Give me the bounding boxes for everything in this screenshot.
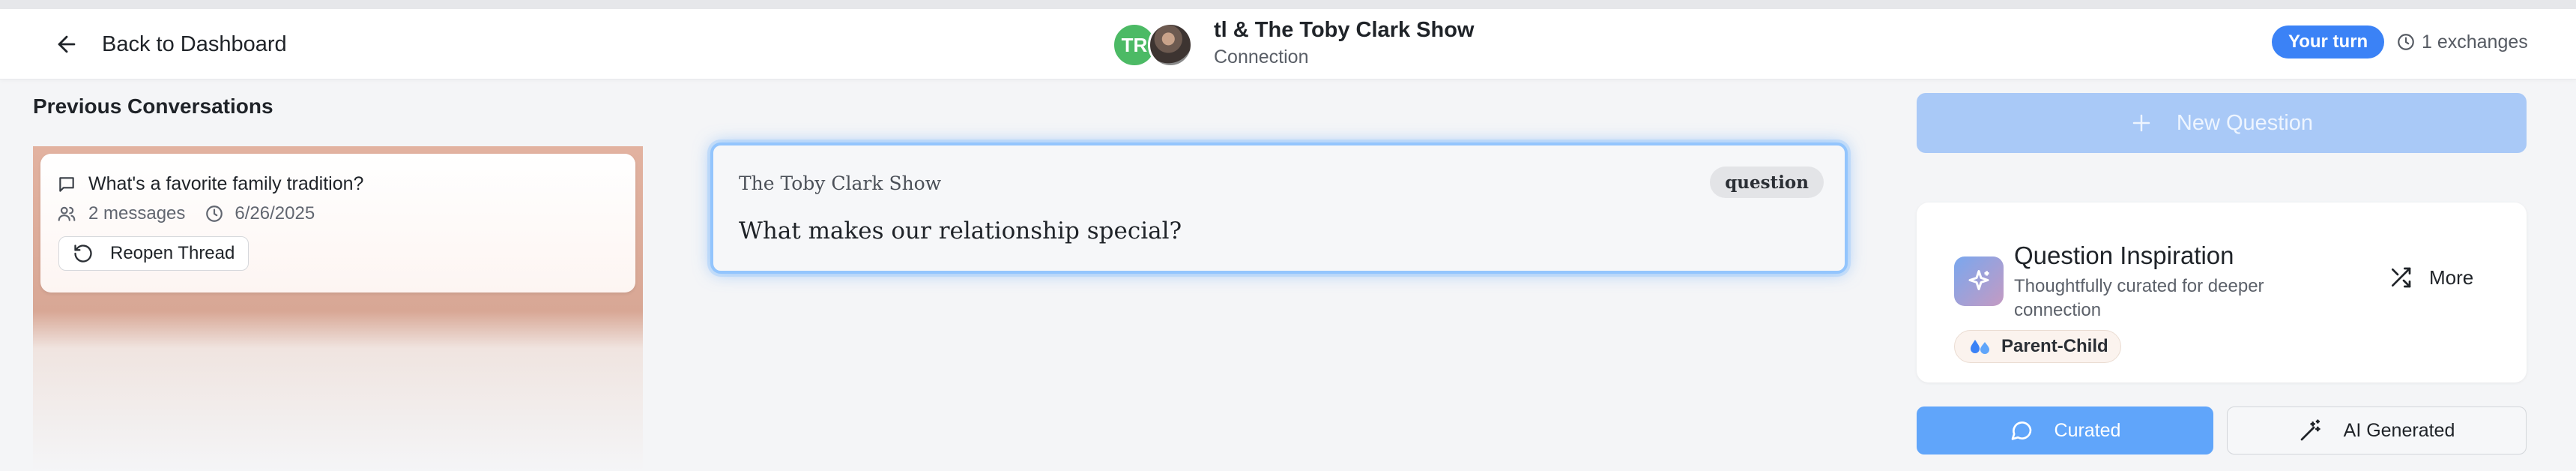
plus-icon: [2132, 114, 2150, 132]
sparkles-icon: [1954, 256, 2004, 306]
thread-question: What's a favorite family tradition?: [88, 173, 364, 194]
question-type-badge: question: [1710, 166, 1824, 198]
clock-icon: [2398, 34, 2414, 50]
tab-curated[interactable]: Curated: [1917, 406, 2213, 454]
exchange-count-label: 1 exchanges: [2422, 31, 2528, 52]
avatar-photo: [1148, 22, 1193, 68]
window-top-strip: [0, 0, 2576, 9]
turn-badge: Your turn: [2272, 26, 2385, 58]
droplets-icon: [1971, 340, 1989, 354]
rotate-ccw-icon: [74, 244, 92, 262]
reopen-thread-button[interactable]: Reopen Thread: [58, 236, 250, 271]
back-to-dashboard-button[interactable]: Back to Dashboard: [54, 28, 287, 60]
wand-icon: [2300, 419, 2320, 441]
thread-message-count: 2 messages: [88, 203, 186, 224]
new-question-button[interactable]: New Question: [1917, 93, 2527, 153]
question-author: The Toby Clark Show: [739, 172, 942, 194]
back-label: Back to Dashboard: [102, 32, 287, 56]
previous-conversations-panel: What's a favorite family tradition? 2 me…: [33, 146, 643, 471]
new-question-label: New Question: [2176, 110, 2314, 135]
users-icon: [58, 206, 76, 221]
previous-conversations-title: Previous Conversations: [33, 94, 273, 118]
participant-avatars: TR: [1112, 22, 1196, 69]
thread-card[interactable]: What's a favorite family tradition? 2 me…: [40, 154, 635, 292]
category-tag-label: Parent-Child: [2001, 336, 2108, 356]
shuffle-icon: [2392, 267, 2411, 288]
top-header: Back to Dashboard TR tl & The Toby Clark…: [0, 9, 2576, 80]
reopen-thread-label: Reopen Thread: [110, 243, 235, 263]
inspiration-description: Thoughtfully curated for deeper connecti…: [2014, 276, 2264, 320]
tab-ai-generated[interactable]: AI Generated: [2227, 406, 2527, 454]
tab-ai-generated-label: AI Generated: [2343, 419, 2455, 441]
question-inspiration-card: Question Inspiration Thoughtfully curate…: [1917, 202, 2527, 382]
more-label: More: [2429, 266, 2474, 289]
active-question-card[interactable]: The Toby Clark Show question What makes …: [710, 142, 1848, 274]
thread-date: 6/26/2025: [235, 203, 315, 224]
message-square-icon: [59, 176, 74, 192]
category-tag: Parent-Child: [1954, 330, 2121, 363]
tab-curated-label: Curated: [2054, 419, 2121, 441]
clock-icon: [206, 206, 223, 222]
exchange-count: 1 exchanges: [2396, 26, 2528, 58]
inspiration-title: Question Inspiration: [2014, 242, 2234, 269]
conversation-title: tl & The Toby Clark Show: [1214, 18, 1475, 42]
message-circle-icon: [2011, 422, 2031, 440]
arrow-left-icon: [58, 35, 76, 53]
conversation-subtitle: Connection: [1214, 46, 1309, 68]
question-text: What makes our relationship special?: [739, 218, 1182, 244]
more-button[interactable]: More: [2389, 266, 2473, 290]
